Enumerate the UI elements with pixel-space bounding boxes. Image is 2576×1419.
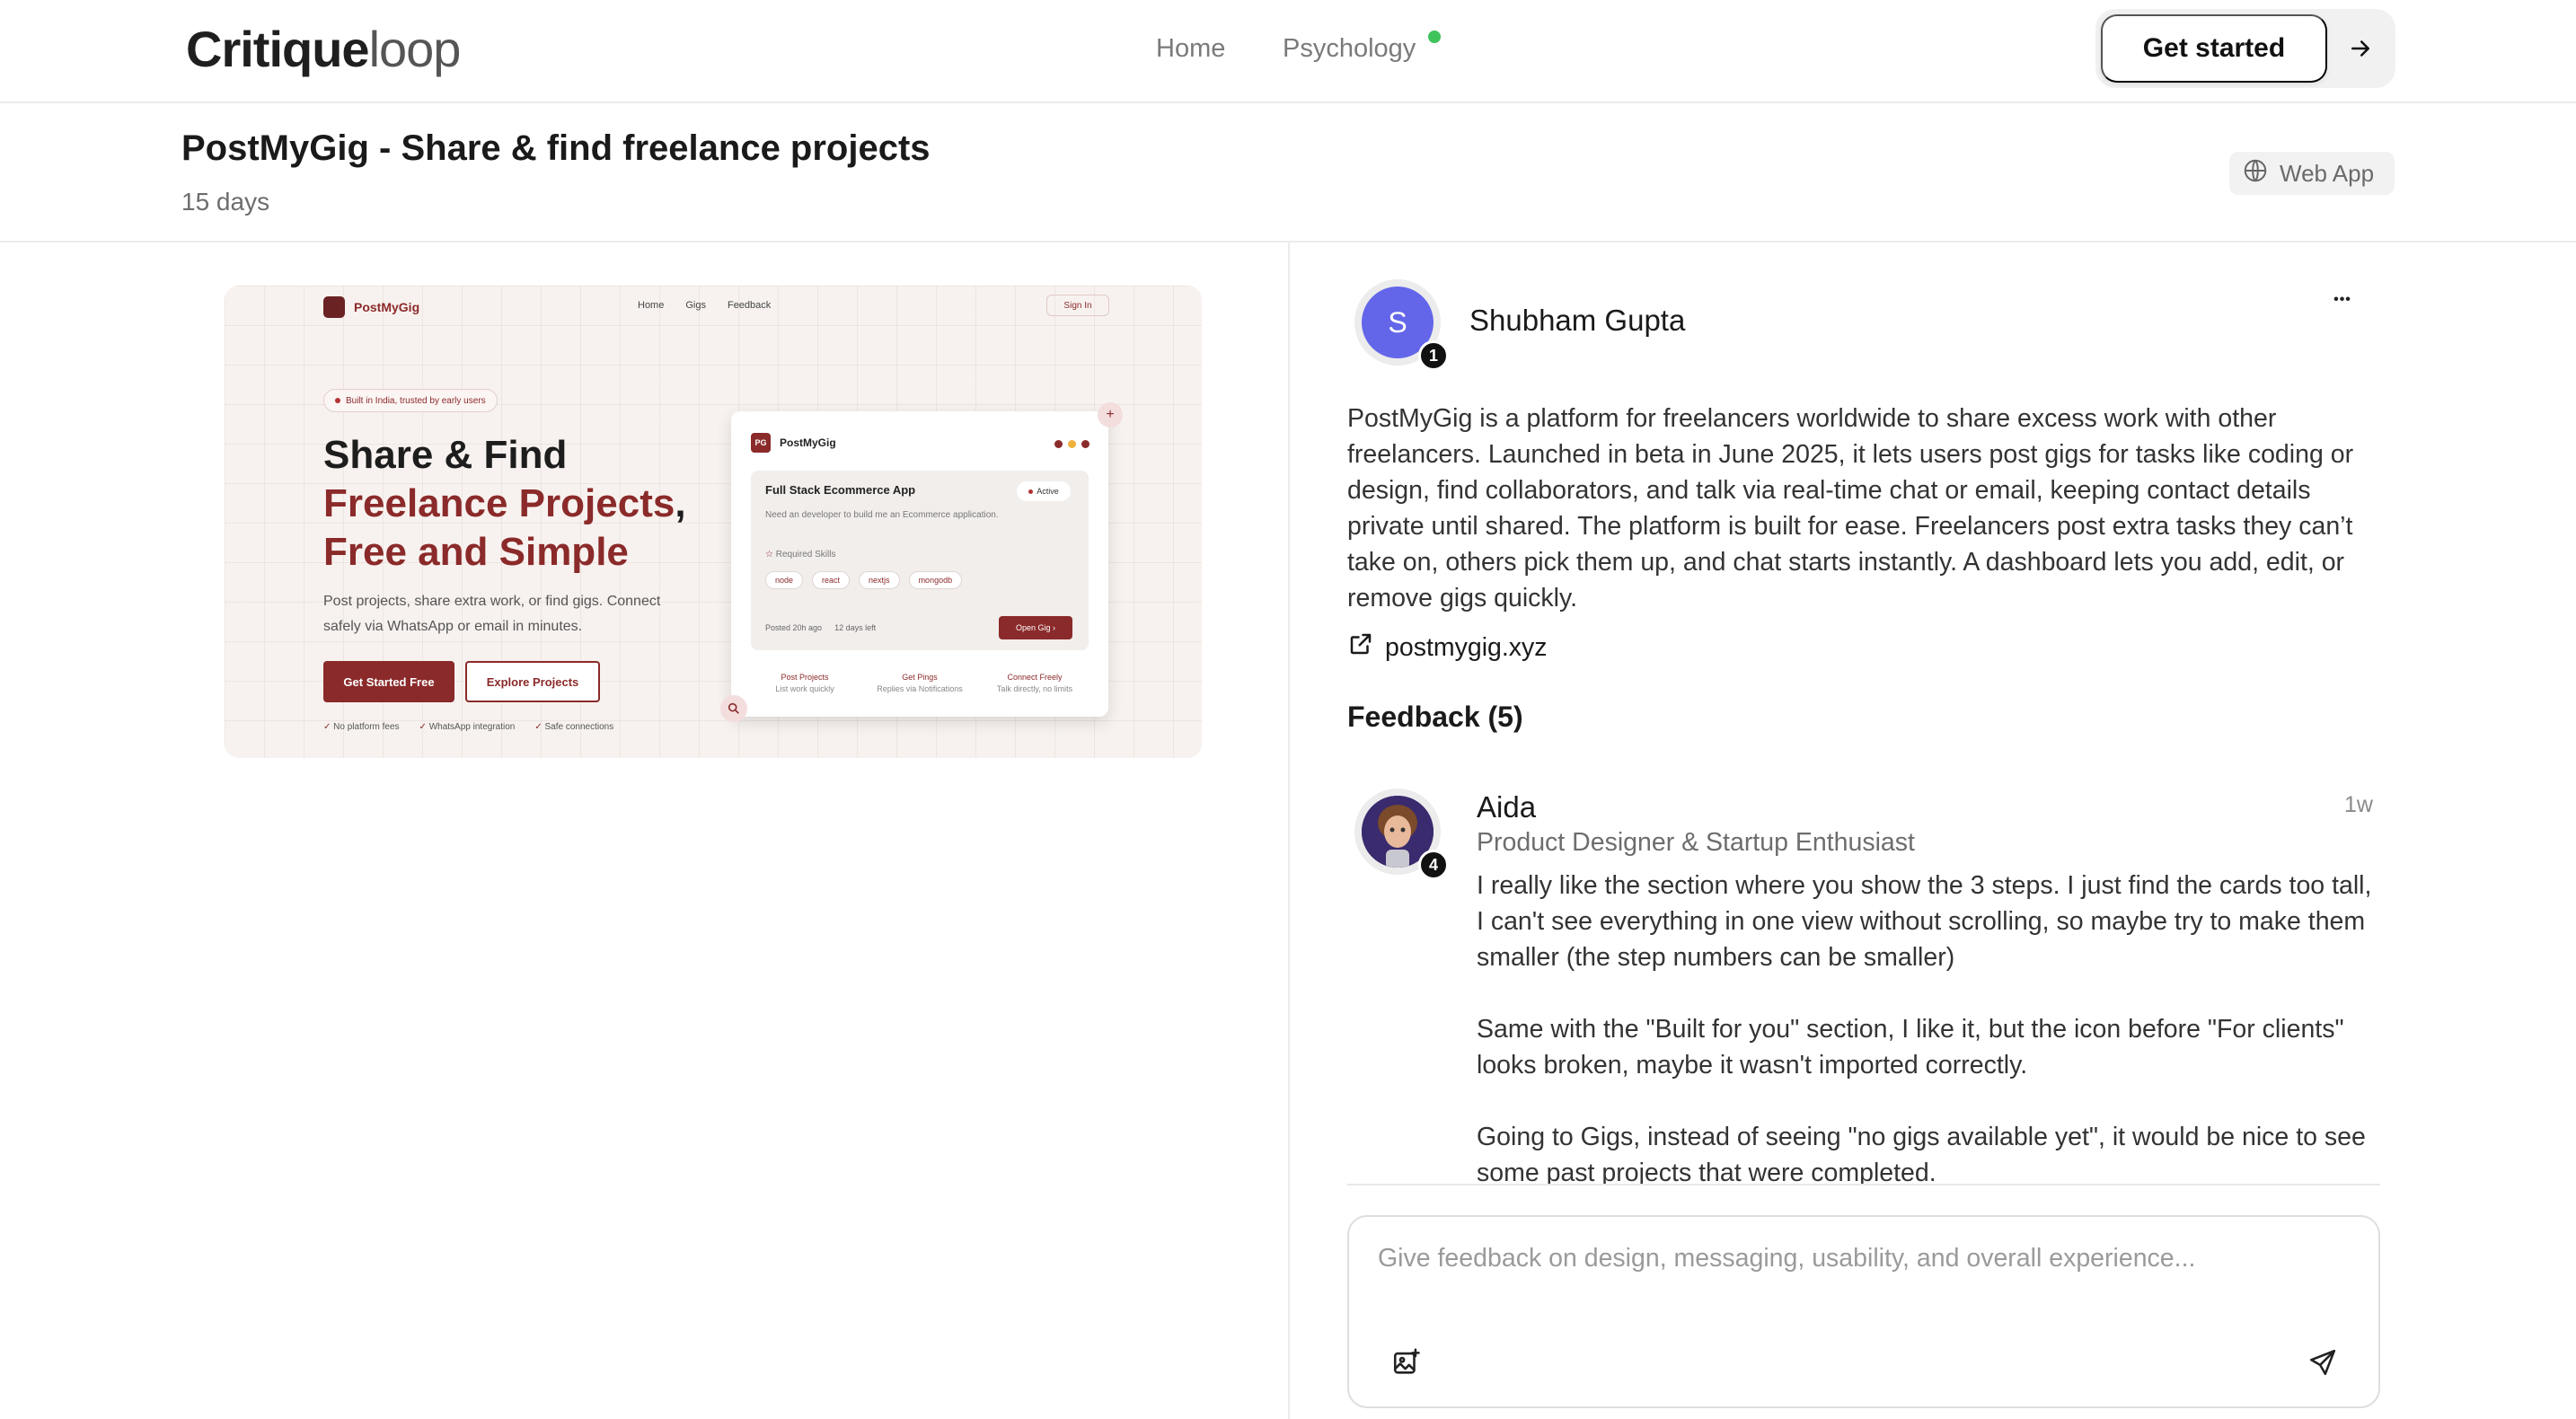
more-options-icon[interactable]: ••• (2328, 286, 2357, 314)
project-preview-image[interactable]: PostMyGig Home Gigs Feedback Sign In Bui… (225, 286, 1202, 758)
logo[interactable]: Critiqueloop (186, 20, 461, 78)
platform-badge-label: Web App (2280, 159, 2375, 187)
feedback-separator (1347, 1184, 2380, 1185)
preview-nav-feedback: Feedback (727, 300, 772, 311)
preview-nav-home: Home (638, 300, 665, 311)
preview-plus-icon: + (1098, 402, 1123, 427)
project-link-text: postmygig.xyz (1385, 632, 1548, 662)
nav-home-link[interactable]: Home (1156, 34, 1225, 64)
preview-logo-icon (323, 296, 345, 318)
preview-logo: PostMyGig (323, 296, 419, 318)
preview-window-dots (1054, 440, 1090, 448)
get-started-group: Get started (2095, 9, 2395, 88)
send-icon[interactable] (2303, 1343, 2342, 1382)
platform-badge: Web App (2229, 152, 2395, 195)
new-indicator-dot (1428, 31, 1441, 43)
nav-psychology-link[interactable]: Psychology (1283, 34, 1416, 64)
feedback-title: Feedback (5) (1347, 701, 1523, 733)
feedback-list[interactable]: 4 Aida 1w Product Designer & Startup Ent… (1347, 772, 2380, 1184)
preview-get-started: Get Started Free (323, 661, 454, 702)
commenter-name[interactable]: Aida (1477, 790, 1536, 824)
project-title: PostMyGig - Share & find freelance proje… (181, 128, 931, 168)
attach-image-icon[interactable] (1387, 1343, 1426, 1382)
preview-headline: Share & Find Freelance Projects, Free an… (323, 433, 686, 574)
preview-gig-card: PG PostMyGig Full Stack Ecommerce App Act… (731, 411, 1108, 717)
top-bar: Critiqueloop Home Psychology Get started (0, 0, 2576, 103)
preview-checks: No platform fees WhatsApp integration Sa… (323, 722, 613, 732)
preview-description: Post projects, share extra work, or find… (323, 594, 661, 634)
comment-time: 1w (2344, 792, 2373, 817)
preview-nav: Home Gigs Feedback (638, 300, 771, 311)
project-header: PostMyGig - Share & find freelance proje… (0, 105, 2576, 242)
commenter-role: Product Designer & Startup Enthusiast (1477, 828, 1915, 857)
get-started-button[interactable]: Get started (2101, 14, 2327, 83)
commenter-level-badge: 4 (1418, 850, 1449, 880)
preview-explore: Explore Projects (465, 661, 600, 702)
globe-icon (2242, 157, 2269, 190)
comment-body: I really like the section where you show… (1477, 871, 2372, 1184)
feedback-input[interactable] (1378, 1244, 2348, 1325)
project-link[interactable]: postmygig.xyz (1347, 630, 1548, 665)
author-level-badge: 1 (1418, 340, 1449, 371)
author-name[interactable]: Shubham Gupta (1469, 304, 1685, 338)
preview-search-icon (720, 695, 747, 722)
arrow-right-icon[interactable] (2331, 14, 2390, 83)
project-age: 15 days (181, 188, 270, 216)
feedback-composer (1347, 1215, 2380, 1408)
preview-tag: Built in India, trusted by early users (323, 389, 498, 412)
preview-nav-gigs: Gigs (685, 300, 706, 311)
external-link-icon (1347, 630, 1374, 665)
preview-sign-in: Sign In (1046, 295, 1109, 316)
column-divider (1288, 242, 1290, 1419)
post-description: PostMyGig is a platform for freelancers … (1347, 404, 2354, 613)
